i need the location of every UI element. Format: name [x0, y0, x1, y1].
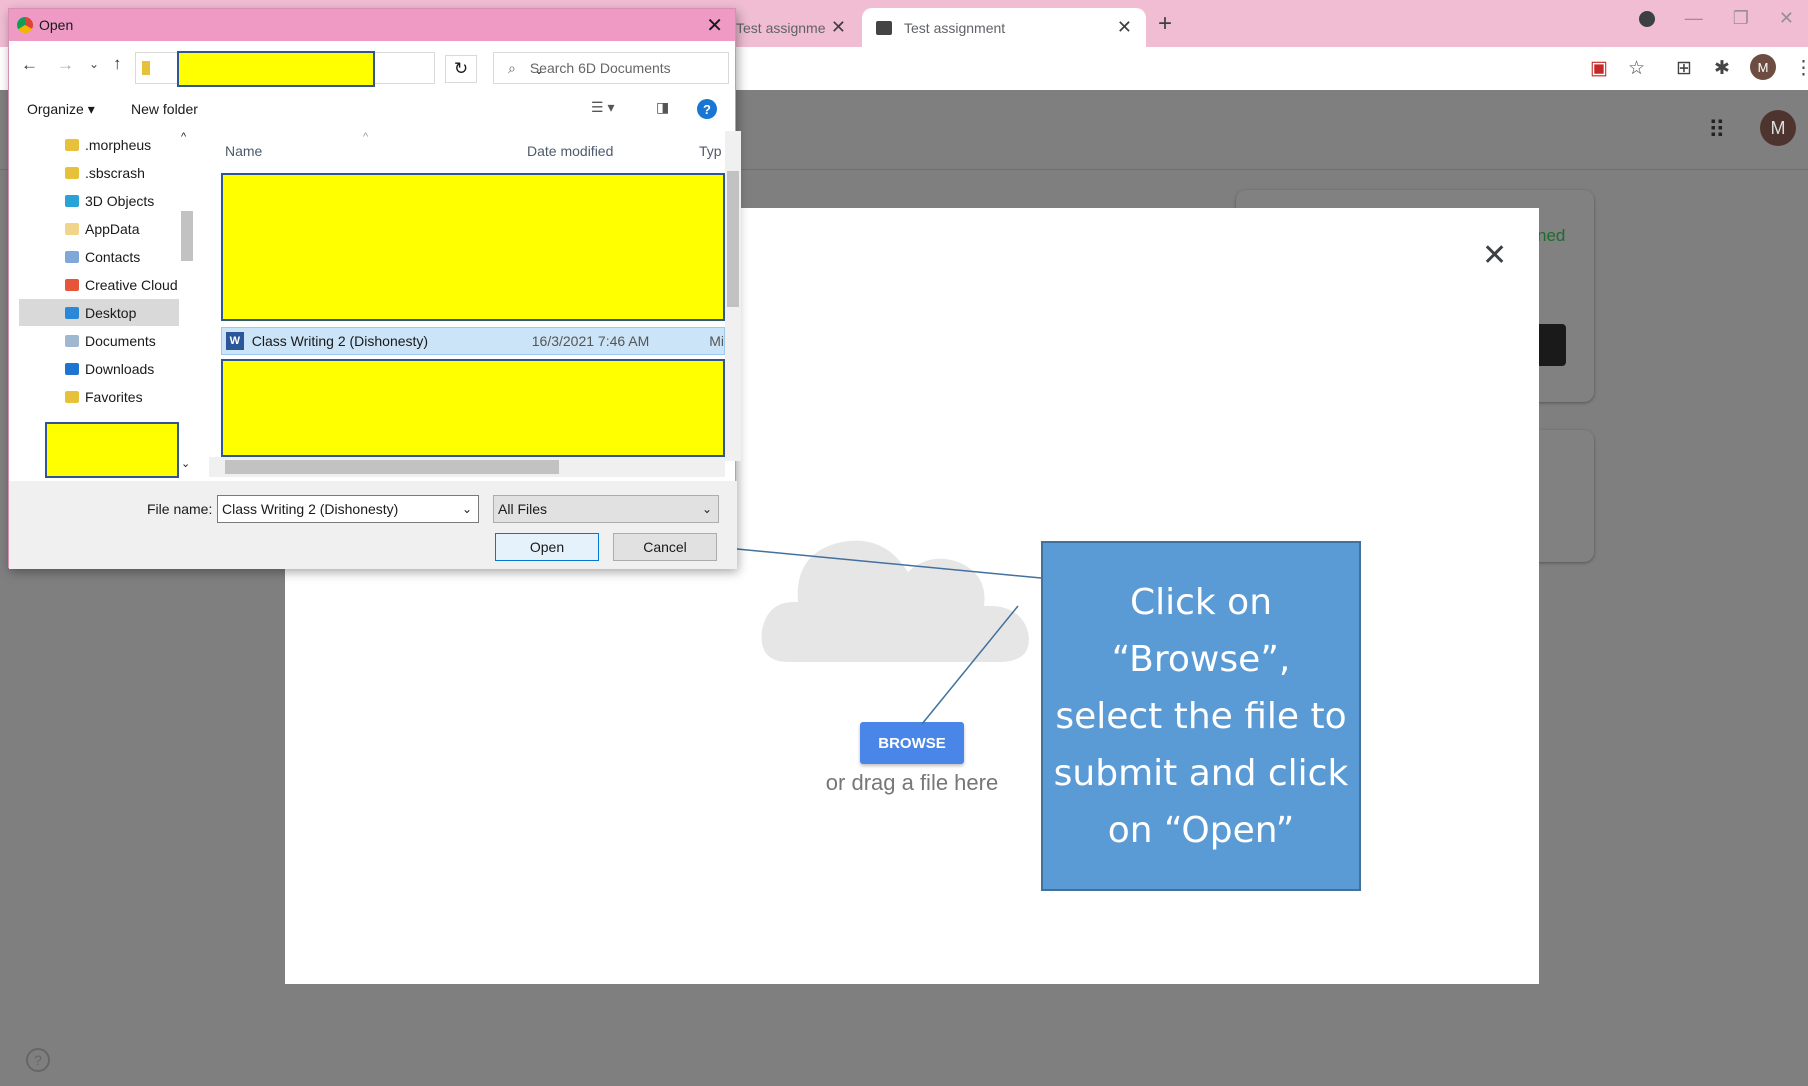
3d-objects-icon: [65, 194, 79, 207]
nav-pane-scrollbar[interactable]: ^ ⌄: [179, 131, 195, 476]
nav-item-favorites[interactable]: Favorites: [19, 383, 179, 410]
preview-pane-icon[interactable]: ◨: [656, 99, 669, 116]
open-button[interactable]: Open: [495, 533, 599, 561]
file-type-filter[interactable]: All Files ⌄: [493, 495, 719, 523]
file-row-selected[interactable]: W Class Writing 2 (Dishonesty) 16/3/2021…: [221, 327, 725, 355]
documents-icon: [65, 334, 79, 347]
column-header-type[interactable]: Typ: [699, 143, 722, 159]
search-placeholder: Search 6D Documents: [529, 60, 671, 76]
cancel-button[interactable]: Cancel: [613, 533, 717, 561]
nav-item-desktop[interactable]: Desktop: [19, 299, 179, 326]
column-header-name[interactable]: Name: [225, 143, 262, 159]
desktop-icon: [65, 306, 79, 319]
file-open-dialog: Open ✕ ← → ⌄ ↑ ⌄ ↻ ⌕ Search 6D Documents…: [8, 8, 741, 569]
dialog-close-icon[interactable]: ✕: [706, 13, 723, 38]
nav-item-documents[interactable]: Documents: [19, 327, 179, 354]
nav-item-morpheus[interactable]: .morpheus: [19, 131, 179, 158]
file-type-filter-value: All Files: [498, 501, 548, 517]
nav-item-contacts[interactable]: Contacts: [19, 243, 179, 270]
redacted-nav-item: [45, 422, 179, 478]
new-folder-button[interactable]: New folder: [131, 101, 198, 117]
search-input[interactable]: ⌕ Search 6D Documents: [493, 52, 729, 84]
word-document-icon: W: [226, 332, 244, 350]
folder-icon: [65, 166, 79, 179]
file-list: ^ Name Date modified Typ W Class Writing…: [209, 131, 737, 471]
up-arrow-icon[interactable]: ↑: [113, 54, 122, 74]
file-date-cell: 16/3/2021 7:46 AM: [531, 333, 650, 349]
file-name-value: Class Writing 2 (Dishonesty): [222, 501, 399, 517]
file-list-vertical-scrollbar[interactable]: [725, 131, 741, 461]
nav-item-creative-cloud[interactable]: Creative Cloud: [19, 271, 179, 298]
nav-item-3d-objects[interactable]: 3D Objects: [19, 187, 179, 214]
folder-icon: [65, 138, 79, 151]
contacts-icon: [65, 250, 79, 263]
file-name-input[interactable]: Class Writing 2 (Dishonesty) ⌄: [217, 495, 479, 523]
organize-menu[interactable]: Organize ▾: [27, 101, 95, 118]
recent-locations-chevron-icon[interactable]: ⌄: [89, 57, 99, 71]
downloads-icon: [65, 362, 79, 375]
scroll-up-icon[interactable]: ^: [181, 131, 186, 143]
file-list-scroll-thumb[interactable]: [727, 171, 739, 307]
file-name-dropdown-icon[interactable]: ⌄: [462, 502, 472, 516]
scroll-down-icon[interactable]: ⌄: [181, 457, 190, 470]
creative-cloud-icon: [65, 278, 79, 291]
nav-scroll-thumb[interactable]: [181, 211, 193, 261]
chrome-logo-icon: [17, 17, 33, 33]
command-bar: Organize ▾ New folder ☰ ▾ ◨ ?: [9, 97, 737, 127]
favorites-icon: [65, 390, 79, 403]
forward-arrow-icon[interactable]: →: [57, 55, 74, 75]
dialog-title-bar: Open ✕: [9, 9, 735, 41]
dialog-title: Open: [39, 17, 74, 33]
dialog-footer: File name: Class Writing 2 (Dishonesty) …: [9, 481, 737, 569]
back-arrow-icon[interactable]: ←: [21, 55, 38, 75]
column-header-date[interactable]: Date modified: [527, 143, 613, 159]
change-view-icon[interactable]: ☰ ▾: [591, 99, 614, 116]
filter-dropdown-icon[interactable]: ⌄: [702, 502, 712, 516]
nav-item-downloads[interactable]: Downloads: [19, 355, 179, 382]
file-list-horizontal-scrollbar[interactable]: [209, 457, 725, 477]
nav-item-appdata[interactable]: AppData: [19, 215, 179, 242]
refresh-icon[interactable]: ↻: [445, 55, 477, 83]
redacted-file-list-top: [221, 173, 725, 321]
dialog-help-icon[interactable]: ?: [697, 99, 717, 119]
sort-arrow-icon: ^: [363, 131, 369, 143]
redacted-address-path: [177, 51, 375, 87]
file-name-label: File name:: [147, 501, 213, 517]
redacted-file-list-bottom: [221, 359, 725, 457]
folder-icon: [142, 61, 150, 75]
file-name-cell: Class Writing 2 (Dishonesty): [251, 333, 429, 349]
nav-item-sbscrash[interactable]: .sbscrash: [19, 159, 179, 186]
horizontal-scroll-thumb[interactable]: [225, 460, 559, 474]
search-icon: ⌕: [508, 59, 516, 76]
folder-icon: [65, 222, 79, 235]
file-type-cell: Mi: [709, 333, 724, 349]
